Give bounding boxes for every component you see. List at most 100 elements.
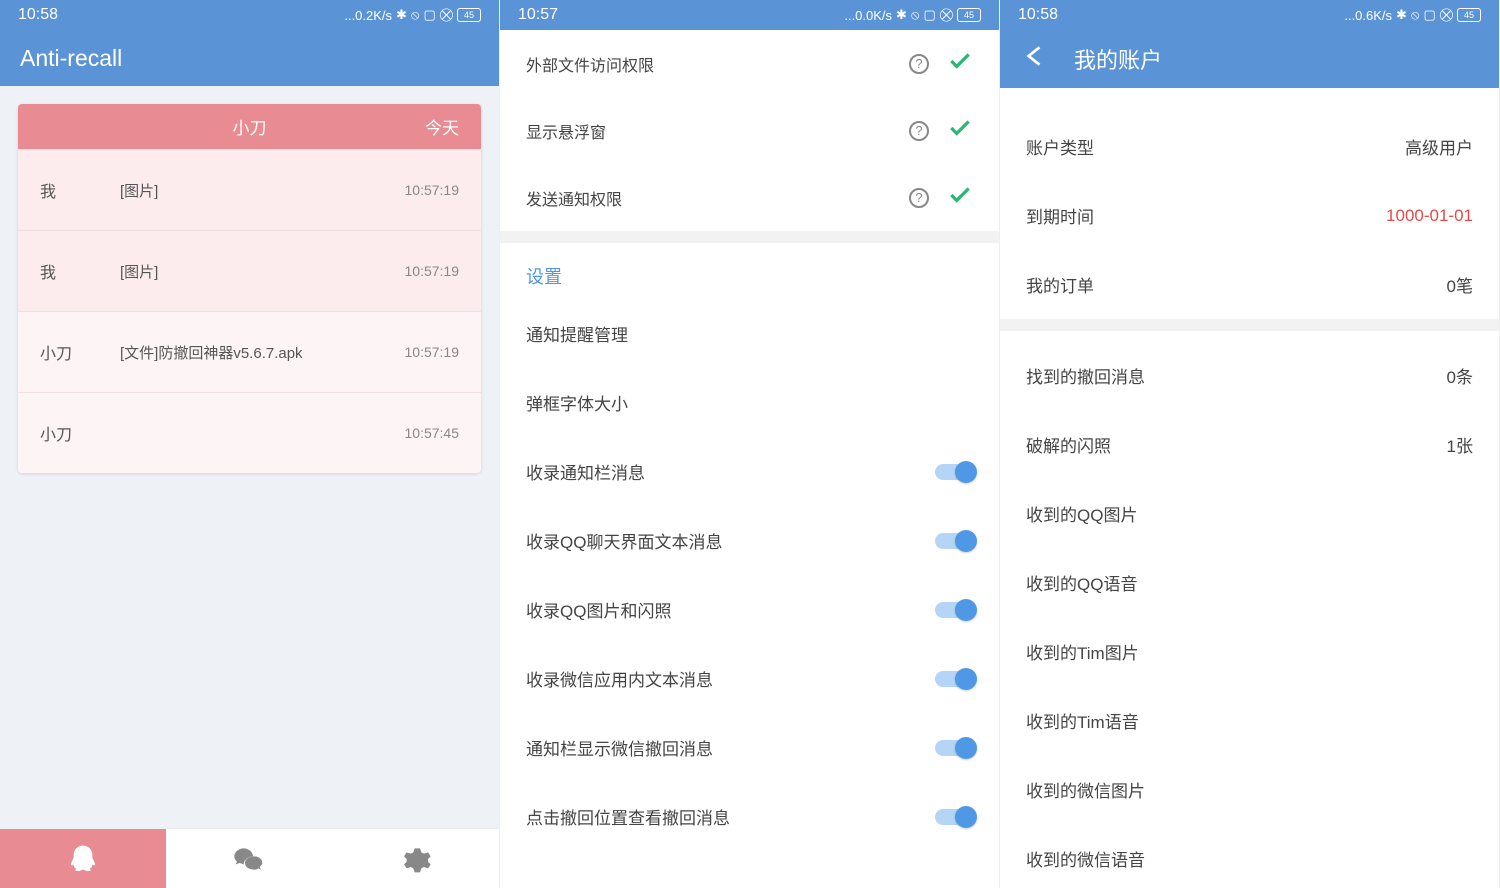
permission-row[interactable]: 外部文件访问权限 ? (500, 30, 999, 97)
wechat-icon (233, 843, 265, 875)
setting-toggle-row[interactable]: 通知栏显示微信撤回消息 (500, 713, 999, 782)
toggle-switch[interactable] (935, 740, 973, 756)
conversation-card: 小刀 今天 我 [图片] 10:57:19 我 [图片] 10:57:19 小刀… (18, 104, 481, 473)
toggle-switch[interactable] (935, 602, 973, 618)
stats-row[interactable]: 收到的Tim图片 (1000, 617, 1499, 686)
setting-label: 点击撤回位置查看撤回消息 (526, 804, 935, 829)
stats-row[interactable]: 收到的QQ语音 (1000, 548, 1499, 617)
setting-toggle-row[interactable]: 收录微信应用内文本消息 (500, 644, 999, 713)
message-sender: 小刀 (40, 421, 120, 445)
section-divider (500, 231, 999, 243)
back-button[interactable] (1020, 43, 1046, 75)
status-time: 10:57 (518, 6, 558, 24)
permission-label: 发送通知权限 (526, 186, 909, 210)
setting-toggle-row[interactable]: 点击撤回位置查看撤回消息 (500, 782, 999, 851)
message-content: [文件]防撤回神器v5.6.7.apk (120, 342, 405, 363)
stats-row[interactable]: 收到的微信语音 (1000, 824, 1499, 888)
message-time: 10:57:19 (405, 182, 460, 198)
sim-icon: ▢ (1423, 7, 1435, 23)
message-row[interactable]: 小刀 10:57:45 (18, 392, 481, 473)
sim-icon: ▢ (423, 7, 435, 23)
nav-tab-wechat[interactable] (166, 829, 332, 888)
account-value: 1000-01-01 (1386, 206, 1473, 226)
mute-icon: ⦸ (1411, 7, 1419, 23)
status-time: 10:58 (18, 6, 58, 24)
check-icon (947, 48, 973, 79)
mute-icon: ⦸ (911, 7, 919, 23)
setting-label: 通知栏显示微信撤回消息 (526, 735, 935, 760)
account-row[interactable]: 账户类型 高级用户 (1000, 112, 1499, 181)
stats-row[interactable]: 收到的微信图片 (1000, 755, 1499, 824)
stats-row[interactable]: 破解的闪照 1张 (1000, 410, 1499, 479)
stats-value: 1张 (1447, 432, 1473, 457)
permission-row[interactable]: 发送通知权限 ? (500, 164, 999, 231)
sim-icon: ▢ (923, 7, 935, 23)
nav-tab-settings[interactable] (333, 829, 499, 888)
setting-toggle-row[interactable]: 收录通知栏消息 (500, 437, 999, 506)
stats-label: 收到的QQ语音 (1026, 570, 1137, 595)
nav-tab-qq[interactable] (0, 829, 166, 888)
message-row[interactable]: 我 [图片] 10:57:19 (18, 149, 481, 230)
account-label: 到期时间 (1026, 203, 1094, 228)
status-bar: 10:58 ...0.6K/s ✱ ⦸ ▢ ⛒ 45 (1000, 0, 1499, 30)
help-icon[interactable]: ? (909, 54, 929, 74)
setting-label: 通知提醒管理 (526, 321, 973, 346)
bluetooth-icon: ✱ (896, 7, 907, 23)
stats-row[interactable]: 收到的QQ图片 (1000, 479, 1499, 548)
toggle-switch[interactable] (935, 809, 973, 825)
help-icon[interactable]: ? (909, 121, 929, 141)
stats-row[interactable]: 收到的Tim语音 (1000, 686, 1499, 755)
stats-label: 收到的Tim语音 (1026, 708, 1139, 733)
permission-label: 外部文件访问权限 (526, 52, 909, 76)
stats-label: 收到的Tim图片 (1026, 639, 1139, 664)
check-icon (947, 115, 973, 146)
toggle-switch[interactable] (935, 464, 973, 480)
message-sender: 我 (40, 178, 120, 202)
message-content: [图片] (120, 180, 405, 201)
account-label: 账户类型 (1026, 134, 1094, 159)
app-bar: 我的账户 (1000, 30, 1499, 88)
screen-settings: 10:57 ...0.0K/s ✱ ⦸ ▢ ⛒ 45 外部文件访问权限 ? 显示… (500, 0, 1000, 888)
account-row[interactable]: 我的订单 0笔 (1000, 250, 1499, 319)
status-time: 10:58 (1018, 6, 1058, 24)
bluetooth-icon: ✱ (396, 7, 407, 23)
stats-row[interactable]: 找到的撤回消息 0条 (1000, 341, 1499, 410)
toggle-switch[interactable] (935, 671, 973, 687)
message-time: 10:57:19 (405, 344, 460, 360)
setting-toggle-row[interactable]: 收录QQ图片和闪照 (500, 575, 999, 644)
message-content: [图片] (120, 261, 405, 282)
account-label: 我的订单 (1026, 272, 1094, 297)
screen1-body: 小刀 今天 我 [图片] 10:57:19 我 [图片] 10:57:19 小刀… (0, 86, 499, 828)
status-bar: 10:57 ...0.0K/s ✱ ⦸ ▢ ⛒ 45 (500, 0, 999, 30)
account-row[interactable]: 到期时间 1000-01-01 (1000, 181, 1499, 250)
stats-label: 收到的微信图片 (1026, 777, 1145, 802)
setting-label: 收录通知栏消息 (526, 459, 935, 484)
setting-toggle-row[interactable]: 收录QQ聊天界面文本消息 (500, 506, 999, 575)
message-sender: 小刀 (40, 340, 120, 364)
wifi-icon: ⛒ (1440, 7, 1453, 23)
setting-link-row[interactable]: 通知提醒管理 (500, 299, 999, 368)
toggle-switch[interactable] (935, 533, 973, 549)
status-right: ...0.2K/s ✱ ⦸ ▢ ⛒ 45 (344, 7, 481, 23)
bottom-nav (0, 828, 499, 888)
stats-label: 收到的QQ图片 (1026, 501, 1137, 526)
app-bar: Anti-recall (0, 30, 499, 86)
status-net: ...0.6K/s (1344, 8, 1392, 23)
gear-icon (400, 843, 432, 875)
mute-icon: ⦸ (411, 7, 419, 23)
message-row[interactable]: 小刀 [文件]防撤回神器v5.6.7.apk 10:57:19 (18, 311, 481, 392)
check-icon (947, 182, 973, 213)
message-time: 10:57:19 (405, 263, 460, 279)
settings-section-title: 设置 (500, 243, 999, 299)
status-right: ...0.6K/s ✱ ⦸ ▢ ⛒ 45 (1344, 7, 1481, 23)
battery-icon: 45 (1457, 8, 1481, 22)
permission-row[interactable]: 显示悬浮窗 ? (500, 97, 999, 164)
wifi-icon: ⛒ (940, 7, 953, 23)
help-icon[interactable]: ? (909, 188, 929, 208)
stats-label: 破解的闪照 (1026, 432, 1111, 457)
battery-icon: 45 (957, 8, 981, 22)
setting-link-row[interactable]: 弹框字体大小 (500, 368, 999, 437)
wifi-icon: ⛒ (440, 7, 453, 23)
card-title: 小刀 (233, 114, 267, 139)
message-row[interactable]: 我 [图片] 10:57:19 (18, 230, 481, 311)
